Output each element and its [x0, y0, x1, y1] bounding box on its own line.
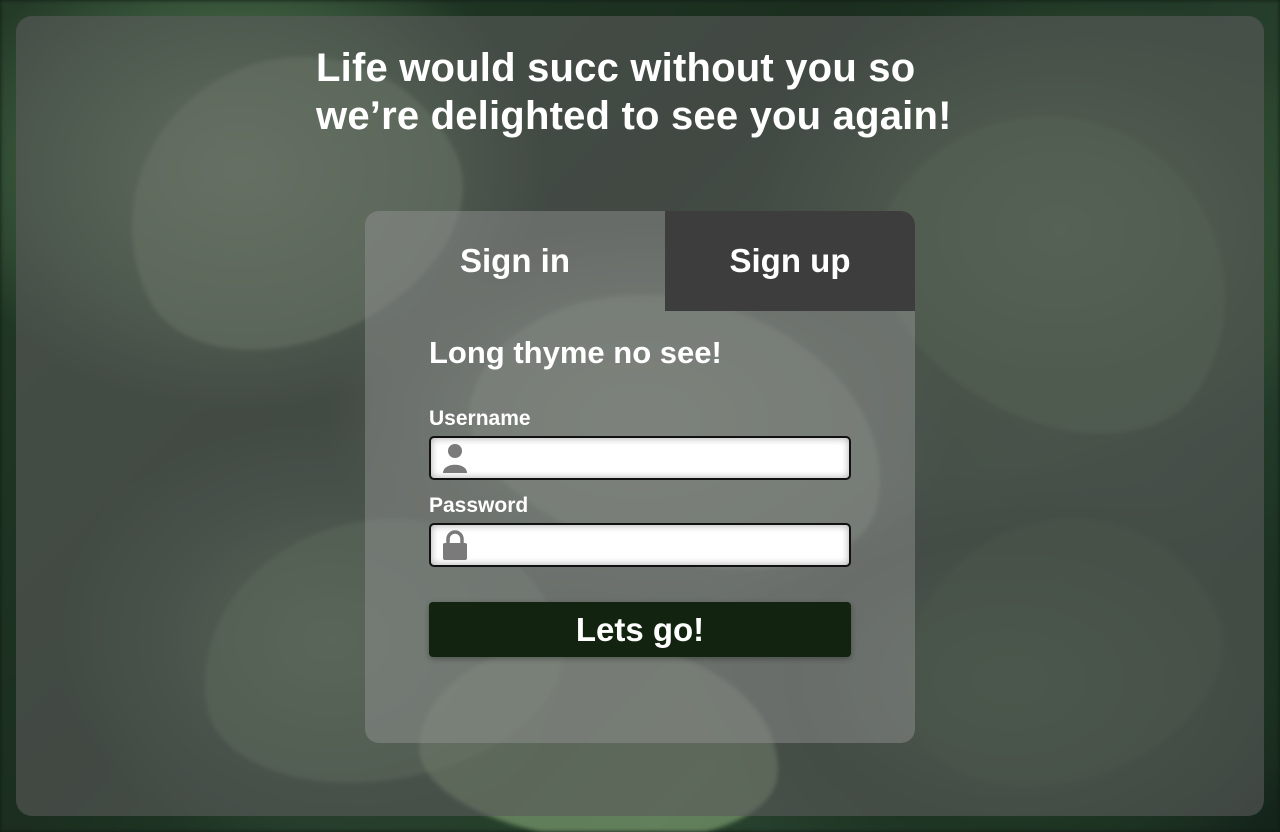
tab-sign-up[interactable]: Sign up: [665, 211, 915, 311]
auth-tabs: Sign in Sign up: [365, 211, 915, 311]
lock-icon: [443, 530, 467, 560]
password-input[interactable]: [475, 525, 849, 567]
headline-line-2: we’re delighted to see you again!: [316, 94, 952, 138]
tab-sign-in[interactable]: Sign in: [365, 211, 665, 311]
password-label: Password: [429, 494, 529, 517]
form-title: Long thyme no see!: [429, 335, 722, 370]
password-field[interactable]: [429, 523, 851, 567]
headline-line-1: Life would succ without you so: [316, 46, 916, 90]
user-icon: [443, 444, 467, 473]
username-field[interactable]: [429, 436, 851, 480]
username-label: Username: [429, 407, 531, 430]
username-input[interactable]: [475, 438, 849, 480]
submit-button[interactable]: Lets go!: [429, 602, 851, 657]
page-headline: Life would succ without you so we’re del…: [316, 44, 1016, 140]
auth-card: Sign in Sign up Long thyme no see! Usern…: [365, 211, 915, 743]
